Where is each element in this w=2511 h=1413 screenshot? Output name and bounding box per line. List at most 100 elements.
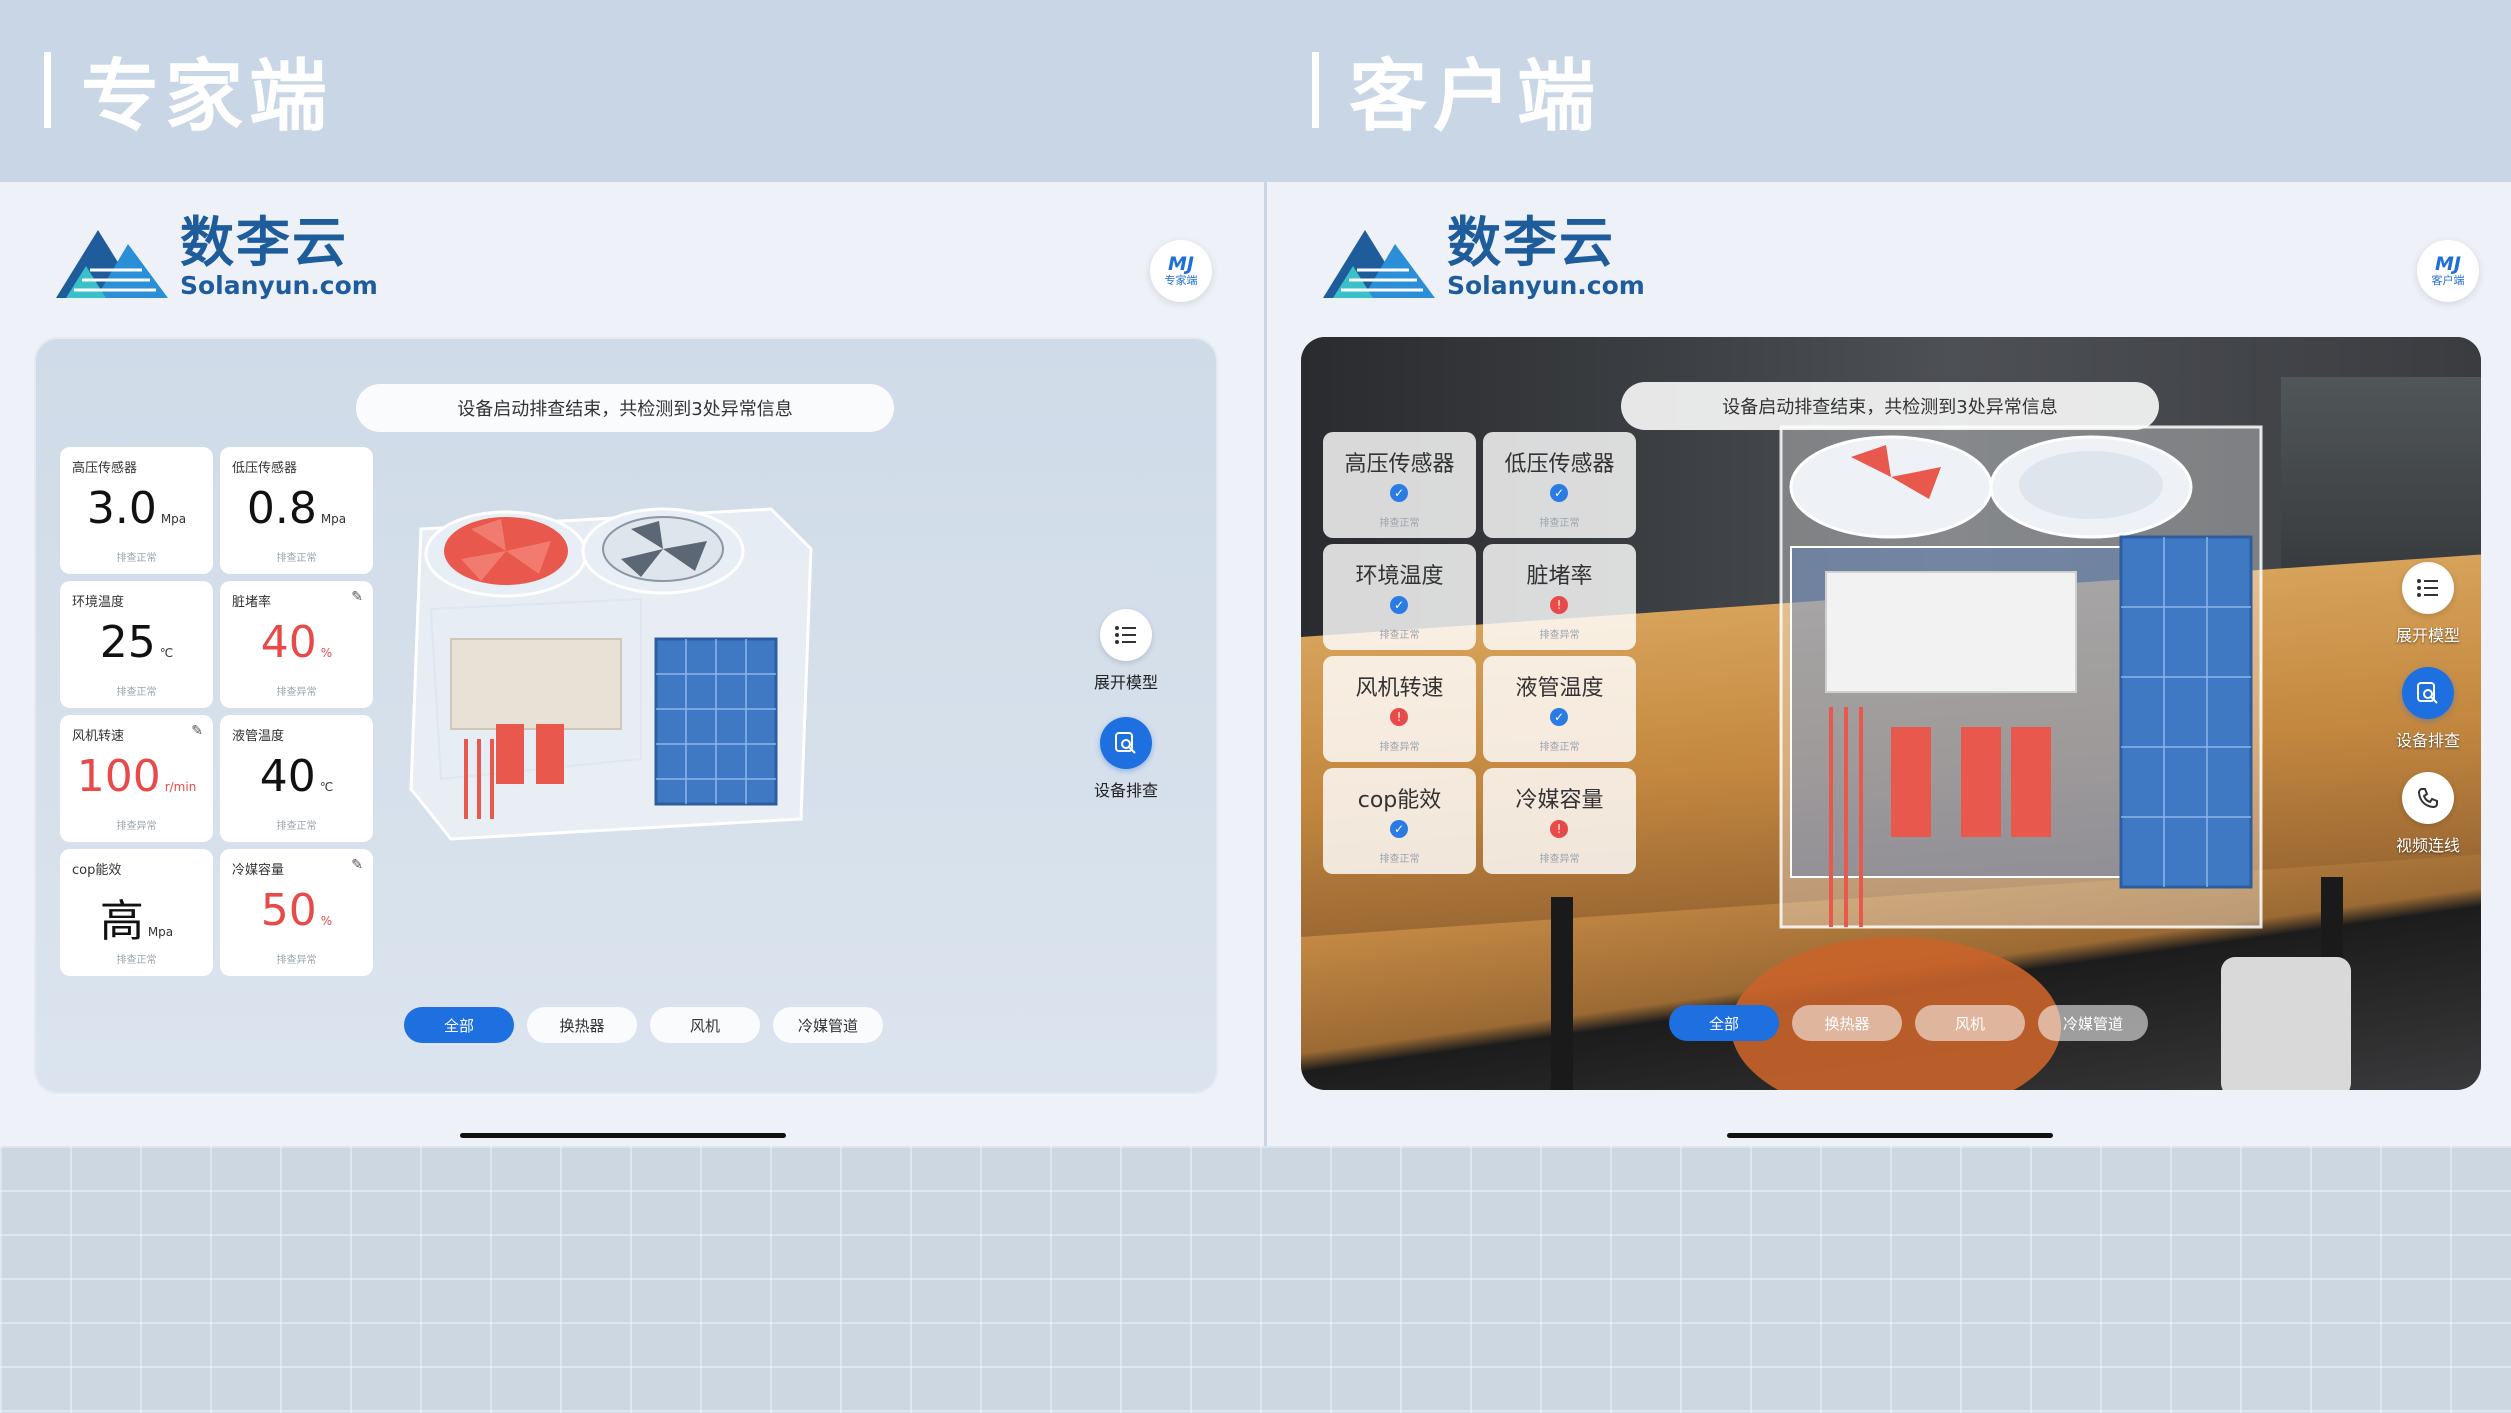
notice-banner: 设备启动排查结束，共检测到3处异常信息	[1621, 382, 2159, 430]
sensor-status: 排查异常	[276, 955, 317, 966]
header-band	[0, 0, 2511, 182]
expand-model-label: 展开模型	[1093, 673, 1158, 692]
brand-logo: 数李云 Solanyun.com	[56, 214, 378, 300]
filter-tab-all[interactable]: 全部	[1669, 1005, 1779, 1041]
sensor-card[interactable]: 风机转速 ! 排查异常	[1323, 656, 1476, 762]
sensor-status: 排查异常	[1539, 854, 1580, 865]
sensor-status: 排查正常	[1539, 742, 1580, 753]
sensor-name: 液管温度	[1515, 676, 1604, 701]
sensor-card[interactable]: 脏堵率 ✎ 40% 排查异常	[220, 581, 373, 708]
filter-tab-fan[interactable]: 风机	[1915, 1005, 2025, 1041]
sensor-status: 排查正常	[116, 687, 157, 698]
sensor-status: 排查正常	[276, 553, 317, 564]
sensor-name: 风机转速	[1355, 676, 1444, 701]
brand-name: 数李云	[1447, 211, 1615, 274]
brand-domain: Solanyun.com	[1447, 271, 1645, 300]
ac-unit-ar-model[interactable]	[1771, 407, 2271, 947]
notice-banner: 设备启动排查结束，共检测到3处异常信息	[356, 384, 894, 432]
sensor-value: 高	[99, 896, 144, 947]
alert-icon: !	[1390, 708, 1408, 726]
sensor-unit: Mpa	[160, 512, 187, 526]
expert-screen: 数李云 Solanyun.com MJ 专家端 设备启动排查结束，共检测到3处异…	[0, 182, 1264, 1146]
avatar-mark: MJ	[1168, 253, 1194, 275]
expand-model-button[interactable]: 展开模型	[1071, 609, 1181, 693]
sensor-unit: Mpa	[147, 925, 174, 939]
sensor-name: 冷媒容量	[232, 863, 285, 878]
sensor-unit: %	[320, 646, 333, 660]
filter-tab-all[interactable]: 全部	[404, 1007, 514, 1043]
device-inspect-button[interactable]: 设备排查	[2373, 667, 2481, 751]
sensor-card-grid: 高压传感器 ✓ 排查正常 低压传感器 ✓ 排查正常 环境温度 ✓ 排查正常 脏堵…	[1323, 432, 1636, 874]
sensor-unit: %	[320, 914, 333, 928]
sensor-card[interactable]: 冷媒容量 ! 排查异常	[1483, 768, 1636, 874]
filter-tab-fan[interactable]: 风机	[650, 1007, 760, 1043]
sensor-card[interactable]: 高压传感器 3.0 Mpa 排查正常	[60, 447, 213, 574]
sensor-card[interactable]: cop能效 高 Mpa 排查正常	[60, 849, 213, 976]
edit-icon[interactable]: ✎	[351, 589, 363, 605]
edit-icon[interactable]: ✎	[191, 723, 203, 739]
avatar-label: 专家端	[1164, 274, 1198, 287]
sensor-card[interactable]: 液管温度 40 ℃ 排查正常	[220, 715, 373, 842]
table-leg	[1551, 897, 1573, 1090]
sensor-name: 脏堵率	[232, 595, 272, 610]
sensor-unit: ℃	[319, 780, 334, 794]
sensor-card[interactable]: 环境温度 ✓ 排查正常	[1323, 544, 1476, 650]
filter-tab-refrigerant-pipe[interactable]: 冷媒管道	[2038, 1005, 2148, 1041]
sensor-value: 100	[76, 751, 161, 802]
sensor-card[interactable]: 环境温度 25 ℃ 排查正常	[60, 581, 213, 708]
expand-model-button[interactable]: 展开模型	[2373, 562, 2481, 646]
ac-unit-3d-model[interactable]	[391, 489, 831, 849]
alert-icon: !	[1550, 820, 1568, 838]
grid-floor-background	[0, 1146, 2511, 1413]
sensor-value: 40	[260, 617, 317, 668]
expert-heading-text: 专家端	[81, 52, 334, 142]
inspect-icon	[1100, 717, 1152, 769]
sensor-unit: Mpa	[320, 512, 347, 526]
inspect-icon	[2402, 667, 2454, 719]
user-avatar[interactable]: MJ 客户端	[2417, 240, 2479, 302]
sensor-card[interactable]: 液管温度 ✓ 排查正常	[1483, 656, 1636, 762]
home-indicator[interactable]	[460, 1133, 786, 1138]
filter-tab-heat-exchanger[interactable]: 换热器	[527, 1007, 637, 1043]
sensor-card[interactable]: 低压传感器 0.8 Mpa 排查正常	[220, 447, 373, 574]
customer-heading-text: 客户端	[1349, 52, 1602, 142]
avatar-label: 客户端	[2431, 274, 2465, 287]
filter-tab-refrigerant-pipe[interactable]: 冷媒管道	[773, 1007, 883, 1043]
list-icon	[1100, 609, 1152, 661]
sensor-name: 高压传感器	[1344, 452, 1455, 477]
sensor-name: 低压传感器	[232, 461, 298, 476]
sensor-status: 排查异常	[116, 821, 157, 832]
customer-screen: 数李云 Solanyun.com MJ 客户端 设备启动排查结束，共检测到3处异…	[1267, 182, 2511, 1146]
expand-model-label: 展开模型	[2395, 626, 2460, 645]
sensor-status: 排查正常	[1379, 518, 1420, 529]
check-icon: ✓	[1390, 820, 1408, 838]
sensor-status: 排查正常	[1379, 854, 1420, 865]
list-icon	[2402, 562, 2454, 614]
sensor-status: 排查正常	[1539, 518, 1580, 529]
filter-tab-heat-exchanger[interactable]: 换热器	[1792, 1005, 1902, 1041]
user-avatar[interactable]: MJ 专家端	[1150, 240, 1212, 302]
sensor-value: 50	[260, 885, 317, 936]
sensor-status: 排查异常	[1539, 630, 1580, 641]
sensor-card[interactable]: cop能效 ✓ 排查正常	[1323, 768, 1476, 874]
sensor-status: 排查异常	[1379, 742, 1420, 753]
edit-icon[interactable]: ✎	[351, 857, 363, 873]
ar-camera-panel: 设备启动排查结束，共检测到3处异常信息 高压传感器 ✓ 排查正常 低压传感器 ✓…	[1301, 337, 2481, 1090]
sensor-card[interactable]: 风机转速 ✎ 100 r/min 排查异常	[60, 715, 213, 842]
video-call-button[interactable]: 视频连线	[2373, 772, 2481, 856]
camera-background-stool	[2221, 957, 2351, 1090]
sensor-name: 液管温度	[232, 729, 285, 744]
sensor-status: 排查正常	[116, 553, 157, 564]
sensor-card[interactable]: 脏堵率 ! 排查异常	[1483, 544, 1636, 650]
sensor-card[interactable]: 低压传感器 ✓ 排查正常	[1483, 432, 1636, 538]
sensor-card[interactable]: 高压传感器 ✓ 排查正常	[1323, 432, 1476, 538]
sensor-status: 排查正常	[1379, 630, 1420, 641]
home-indicator[interactable]	[1727, 1133, 2053, 1138]
sensor-value: 40	[259, 751, 316, 802]
mountain-logo-icon	[56, 230, 168, 298]
sensor-card[interactable]: 冷媒容量 ✎ 50% 排查异常	[220, 849, 373, 976]
device-inspect-label: 设备排查	[1093, 781, 1158, 800]
check-icon: ✓	[1550, 484, 1568, 502]
device-inspect-button[interactable]: 设备排查	[1071, 717, 1181, 801]
heading-divider	[1312, 52, 1319, 128]
